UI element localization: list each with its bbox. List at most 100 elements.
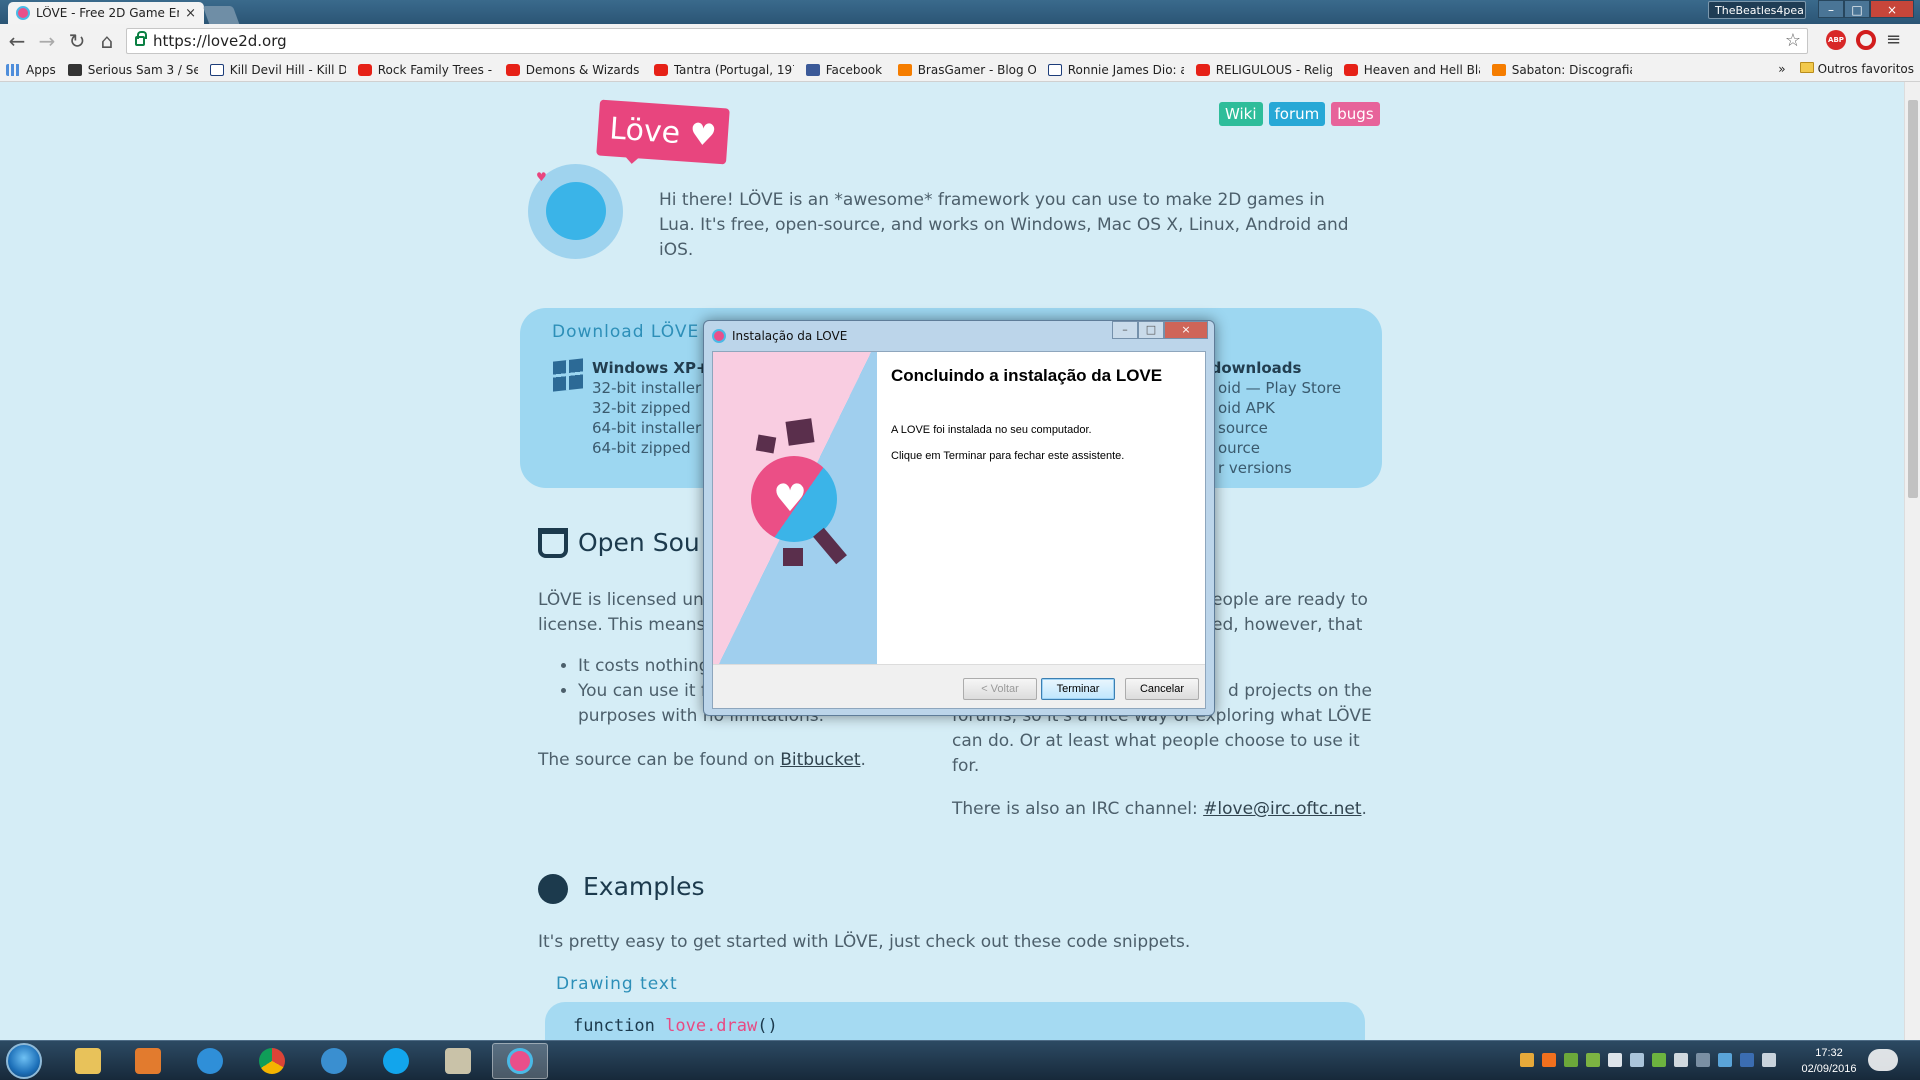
bookmark-item[interactable]: Ronnie James Dio: a h [1047, 63, 1184, 77]
installer-dialog: Instalação da LOVE – □ × ♥ Concluindo a … [703, 320, 1215, 716]
tray-icon[interactable] [1674, 1053, 1688, 1067]
windows-logo-icon [553, 358, 583, 392]
bookmark-item[interactable]: Tantra (Portugal, 1977 [653, 63, 794, 77]
tray-icon[interactable] [1586, 1053, 1600, 1067]
taskbar-clock[interactable]: 17:32 02/09/2016 [1796, 1045, 1862, 1077]
license-text-right-1: eople are ready to [1212, 590, 1368, 610]
dialog-heading: Concluindo a instalação da LOVE [891, 366, 1163, 385]
paint-taskbar-icon[interactable] [430, 1043, 486, 1079]
bookmarks-overflow-button[interactable]: » [1778, 62, 1785, 76]
app-taskbar-icon[interactable] [306, 1043, 362, 1079]
dialog-minimize-button[interactable]: – [1112, 321, 1138, 339]
finish-button[interactable]: Terminar [1041, 678, 1115, 700]
installer-banner-image: ♥ [713, 352, 877, 664]
license-text: LÖVE is licensed und license. This means… [538, 590, 717, 635]
tray-icon[interactable] [1564, 1053, 1578, 1067]
steam-icon[interactable] [1696, 1053, 1710, 1067]
bookmark-item[interactable]: RELIGULOUS - Religiõ [1195, 63, 1332, 77]
download-link[interactable]: 32-bit installer [592, 378, 701, 398]
tray-icon[interactable] [1608, 1053, 1622, 1067]
chrome-menu-icon[interactable]: ≡ [1886, 30, 1901, 50]
adblock-plus-icon[interactable]: ABP [1826, 30, 1846, 50]
bullet-item: It costs nothing. [578, 654, 715, 679]
profile-button[interactable]: TheBeatles4pea... [1708, 1, 1806, 19]
media-player-taskbar-icon[interactable] [120, 1043, 176, 1079]
browser-titlebar: LÖVE - Free 2D Game Eng × TheBeatles4pea… [0, 0, 1920, 24]
folder-icon [1799, 62, 1814, 73]
tray-icon[interactable] [1542, 1053, 1556, 1067]
clock-time: 17:32 [1815, 1047, 1843, 1059]
network-icon[interactable] [1718, 1053, 1732, 1067]
internet-explorer-taskbar-icon[interactable] [182, 1043, 238, 1079]
dialog-titlebar[interactable]: Instalação da LOVE – □ × [704, 321, 1214, 351]
nav-bugs-link[interactable]: bugs [1331, 102, 1380, 126]
irc-link[interactable]: #love@irc.oftc.net [1203, 799, 1361, 819]
action-center-flag-icon[interactable] [1762, 1053, 1776, 1067]
back-arrow-icon[interactable]: ← [4, 28, 30, 54]
other-favorites-folder[interactable]: Outros favoritos [1799, 62, 1914, 76]
bucket-icon [538, 528, 568, 558]
tab-title: LÖVE - Free 2D Game Eng [36, 6, 180, 20]
start-button[interactable] [6, 1043, 42, 1079]
w-icon [209, 63, 224, 76]
dialog-maximize-button: □ [1138, 321, 1164, 339]
download-link[interactable]: 64-bit installer [592, 418, 701, 438]
bookmark-item[interactable]: Rock Family Trees - Th [357, 63, 494, 77]
page-scrollbar[interactable] [1904, 82, 1920, 1040]
opera-extension-icon[interactable] [1856, 30, 1876, 50]
bookmark-star-icon[interactable]: ☆ [1785, 30, 1801, 51]
volume-icon[interactable] [1630, 1053, 1644, 1067]
license-text-right-2: ed, however, that [1212, 615, 1363, 635]
download-link[interactable]: 32-bit zipped [592, 398, 701, 418]
address-bar[interactable]: https://love2d.org ☆ [126, 28, 1808, 54]
tray-icon[interactable] [1652, 1053, 1666, 1067]
bookmark-item[interactable]: Serious Sam 3 / Serio [67, 63, 198, 77]
bookmark-item[interactable]: Sabaton: Discografia C [1491, 63, 1632, 77]
bitbucket-link[interactable]: Bitbucket [780, 750, 860, 770]
dialog-title: Instalação da LOVE [732, 329, 848, 343]
download-link[interactable]: ource [1218, 438, 1341, 458]
download-link[interactable]: oid — Play Store [1218, 378, 1341, 398]
dialog-body: ♥ Concluindo a instalação da LOVE A LOVE… [712, 351, 1206, 709]
tab-close-icon[interactable]: × [185, 6, 196, 21]
cancel-button[interactable]: Cancelar [1125, 678, 1199, 700]
heart-icon: ♥ [536, 170, 547, 184]
download-link[interactable]: r versions [1218, 458, 1341, 478]
bookmark-apps[interactable]: Apps [6, 63, 56, 77]
love-favicon-icon [16, 6, 30, 20]
home-icon[interactable]: ⌂ [94, 28, 120, 54]
examples-text: It's pretty easy to get started with LÖV… [538, 932, 1191, 952]
scrollbar-thumb[interactable] [1908, 100, 1918, 498]
maximize-button[interactable]: □ [1844, 0, 1870, 18]
chrome-taskbar-icon[interactable] [244, 1043, 300, 1079]
bluetooth-icon[interactable] [1740, 1053, 1754, 1067]
download-link[interactable]: 64-bit zipped [592, 438, 701, 458]
close-window-button[interactable]: × [1870, 0, 1914, 18]
dialog-close-button[interactable]: × [1164, 321, 1208, 339]
love-installer-taskbar-icon[interactable] [492, 1043, 548, 1079]
windows-download-list: 32-bit installer 32-bit zipped 64-bit in… [592, 378, 701, 458]
forward-arrow-icon[interactable]: → [34, 28, 60, 54]
skype-taskbar-icon[interactable] [368, 1043, 424, 1079]
dialog-content: Concluindo a instalação da LOVE A LOVE f… [877, 352, 1205, 664]
windows-heading: Windows XP+ [592, 359, 709, 377]
love-logo[interactable]: Löve ♥ [596, 99, 730, 165]
nav-wiki-link[interactable]: Wiki [1219, 102, 1263, 126]
tray-icon[interactable] [1520, 1053, 1534, 1067]
bookmark-item[interactable]: Kill Devil Hill - Kill Dev [209, 63, 346, 77]
download-link[interactable]: oid APK [1218, 398, 1341, 418]
explorer-taskbar-icon[interactable] [60, 1043, 116, 1079]
download-link[interactable]: source [1218, 418, 1341, 438]
minimize-button[interactable]: – [1818, 0, 1844, 18]
bookmark-item[interactable]: BrasGamer - Blog Ofic [897, 63, 1036, 77]
download-title: Download LÖVE [552, 322, 700, 342]
browser-tab[interactable]: LÖVE - Free 2D Game Eng × [8, 2, 204, 24]
examples-gear-icon [538, 874, 568, 904]
nav-forum-link[interactable]: forum [1268, 102, 1326, 126]
bookmark-item[interactable]: Demons & Wizards - [505, 63, 642, 77]
bookmark-item[interactable]: Facebook [805, 63, 886, 77]
reload-icon[interactable]: ↻ [64, 28, 90, 54]
new-tab-button[interactable] [202, 6, 240, 24]
bookmark-item[interactable]: Heaven and Hell Black [1343, 63, 1480, 77]
secure-lock-icon [135, 31, 147, 46]
